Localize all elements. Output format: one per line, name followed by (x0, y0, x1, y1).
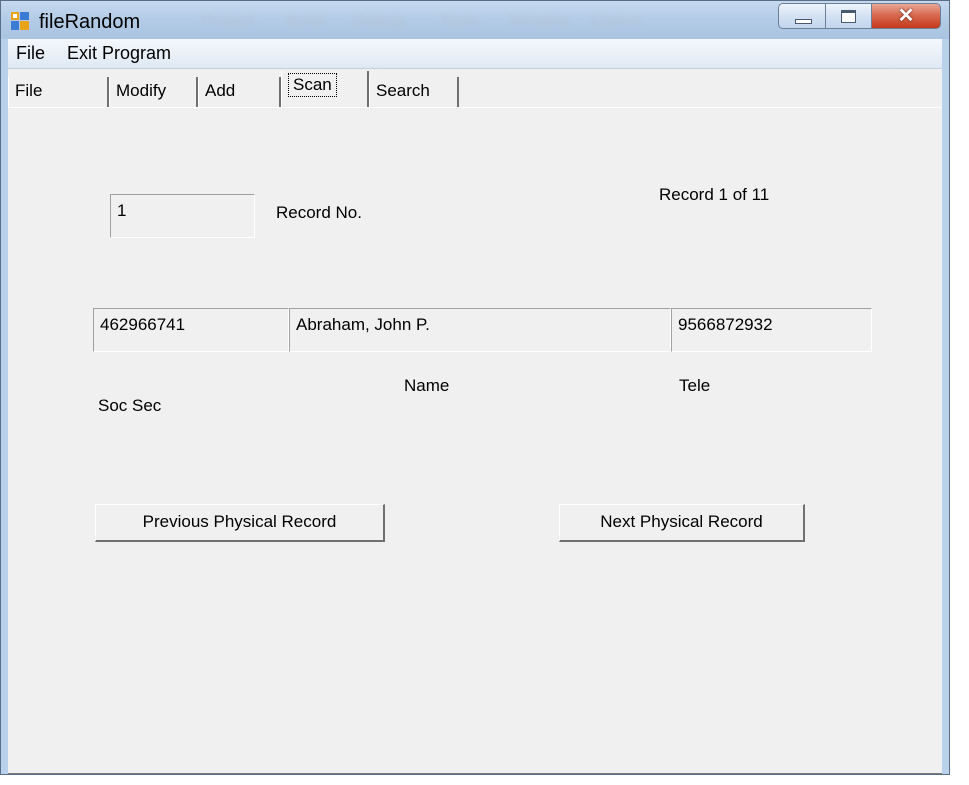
scan-panel: 1 Record No. Record 1 of 11 462966741 Ab… (8, 107, 942, 770)
menu-bar: File Exit Program (8, 39, 942, 69)
tab-add[interactable]: Add (198, 77, 281, 107)
app-window-icon (11, 12, 29, 30)
tab-label: Modify (116, 81, 167, 100)
window-title: fileRandom (39, 11, 141, 33)
record-no-value: 1 (117, 201, 127, 220)
ghost-menu-text: Debug (353, 11, 404, 30)
tab-search[interactable]: Search (369, 77, 459, 107)
tele-field[interactable]: 9566872932 (671, 308, 872, 352)
tab-file[interactable]: File (8, 77, 109, 107)
tab-strip: File Modify Add Scan Search (8, 69, 942, 107)
ghost-menu-text: Window (509, 11, 570, 30)
client-area: File Modify Add Scan Search 1 Record No.… (8, 69, 942, 769)
tab-modify[interactable]: Modify (109, 77, 198, 107)
tele-value: 9566872932 (678, 315, 773, 334)
ssn-label: Soc Sec (98, 396, 162, 415)
tab-scan[interactable]: Scan (281, 71, 369, 107)
maximize-button[interactable] (826, 3, 872, 29)
close-icon: ✕ (897, 5, 915, 27)
menu-exit-program[interactable]: Exit Program (67, 43, 171, 64)
next-record-button[interactable]: Next Physical Record (559, 504, 805, 542)
ghost-menu-text: Build (286, 11, 324, 30)
tab-label: Add (205, 81, 236, 100)
ghost-menu-text: Project (201, 11, 254, 30)
name-value: Abraham, John P. (296, 315, 430, 334)
record-no-field[interactable]: 1 (110, 194, 255, 238)
title-bar[interactable]: fileRandom Project Build Debug Tools Win… (1, 1, 949, 39)
app-window: fileRandom Project Build Debug Tools Win… (0, 0, 950, 775)
tab-label: Scan (288, 73, 337, 97)
ghost-menu-text: Comm (591, 11, 642, 30)
caption-buttons: ✕ (778, 3, 941, 31)
previous-record-button[interactable]: Previous Physical Record (95, 504, 385, 542)
ssn-value: 462966741 (100, 315, 186, 334)
name-field[interactable]: Abraham, John P. (289, 308, 671, 352)
window-bottom-border (8, 769, 942, 774)
minimize-button[interactable] (778, 3, 826, 29)
ssn-field[interactable]: 462966741 (93, 308, 289, 352)
record-count-label: Record 1 of 11 (659, 185, 770, 204)
tele-label: Tele (679, 376, 711, 395)
menu-file[interactable]: File (16, 43, 45, 64)
tab-label: File (15, 81, 43, 100)
ghost-menu-text: Tools (439, 11, 479, 30)
tab-label: Search (376, 81, 430, 100)
close-button[interactable]: ✕ (872, 3, 941, 29)
name-label: Name (404, 376, 450, 395)
record-no-label: Record No. (276, 203, 362, 222)
